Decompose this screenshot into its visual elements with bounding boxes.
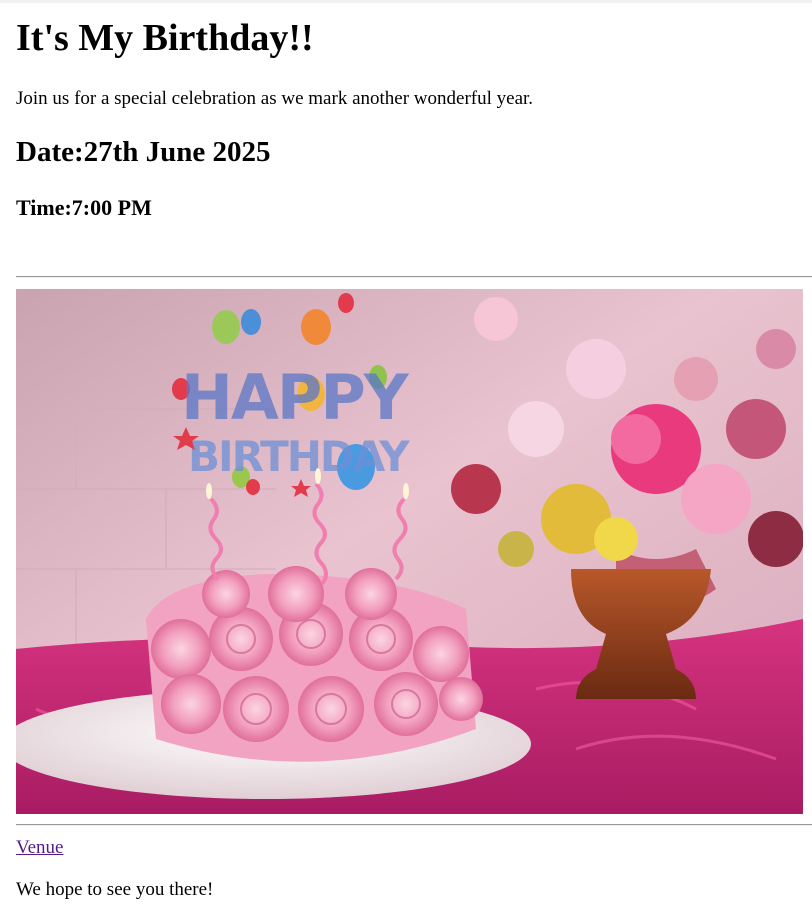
venue-link[interactable]: Venue: [16, 836, 63, 860]
birthday-cake-image: HAPPY BIRTHDAY: [16, 289, 803, 814]
sign-happy: HAPPY: [181, 361, 410, 434]
event-time: Time:7:00 PM: [16, 195, 152, 220]
event-date: Date:27th June 2025: [16, 136, 271, 168]
divider-bottom: [16, 824, 812, 826]
top-border: [0, 0, 812, 3]
page-title: It's My Birthday!!: [16, 17, 314, 59]
intro-text: Join us for a special celebration as we …: [16, 88, 534, 109]
divider-top: [16, 276, 812, 278]
closing-text: We hope to see you there!: [16, 879, 214, 900]
sign-birthday: BIRTHDAY: [188, 432, 410, 481]
